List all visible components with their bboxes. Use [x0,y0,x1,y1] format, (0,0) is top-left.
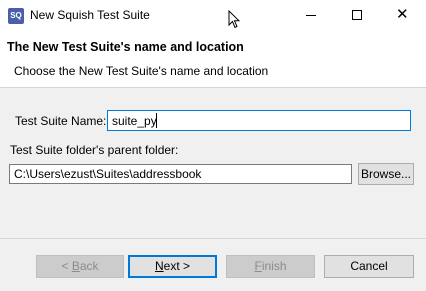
footer-divider [0,238,426,239]
page-description: Choose the New Test Suite's name and loc… [14,64,269,78]
back-button[interactable]: < Back [36,255,124,278]
cursor-icon [228,10,240,29]
minimize-button[interactable] [288,0,334,31]
window-title: New Squish Test Suite [30,8,150,22]
text-caret [156,113,157,128]
page-title: The New Test Suite's name and location [7,40,244,54]
finish-button[interactable]: Finish [226,255,315,278]
browse-button[interactable]: Browse... [358,163,414,185]
next-mnemonic: N [154,259,164,273]
parent-folder-label: Test Suite folder's parent folder: [10,143,179,157]
maximize-button[interactable] [334,0,380,31]
app-icon: SQ [8,8,24,24]
finish-mnemonic: F [254,259,262,273]
next-button[interactable]: Next > [128,255,217,278]
back-prefix: < [61,259,72,273]
next-label-rest: ext > [163,259,191,273]
header-divider [0,87,426,88]
cancel-button[interactable]: Cancel [324,255,414,278]
close-icon: ✕ [396,6,409,23]
suite-name-label: Test Suite Name: [15,114,107,128]
back-mnemonic: B [71,259,80,273]
parent-folder-input[interactable] [9,164,352,184]
close-button[interactable]: ✕ [380,0,426,31]
maximize-icon [352,10,362,20]
suite-name-input[interactable] [107,110,411,131]
wizard-header: The New Test Suite's name and location C… [0,31,426,87]
finish-label-rest: inish [261,259,287,273]
back-label-rest: ack [79,259,99,273]
title-bar[interactable]: SQ New Squish Test Suite ✕ [0,0,426,31]
minimize-icon [306,15,316,16]
